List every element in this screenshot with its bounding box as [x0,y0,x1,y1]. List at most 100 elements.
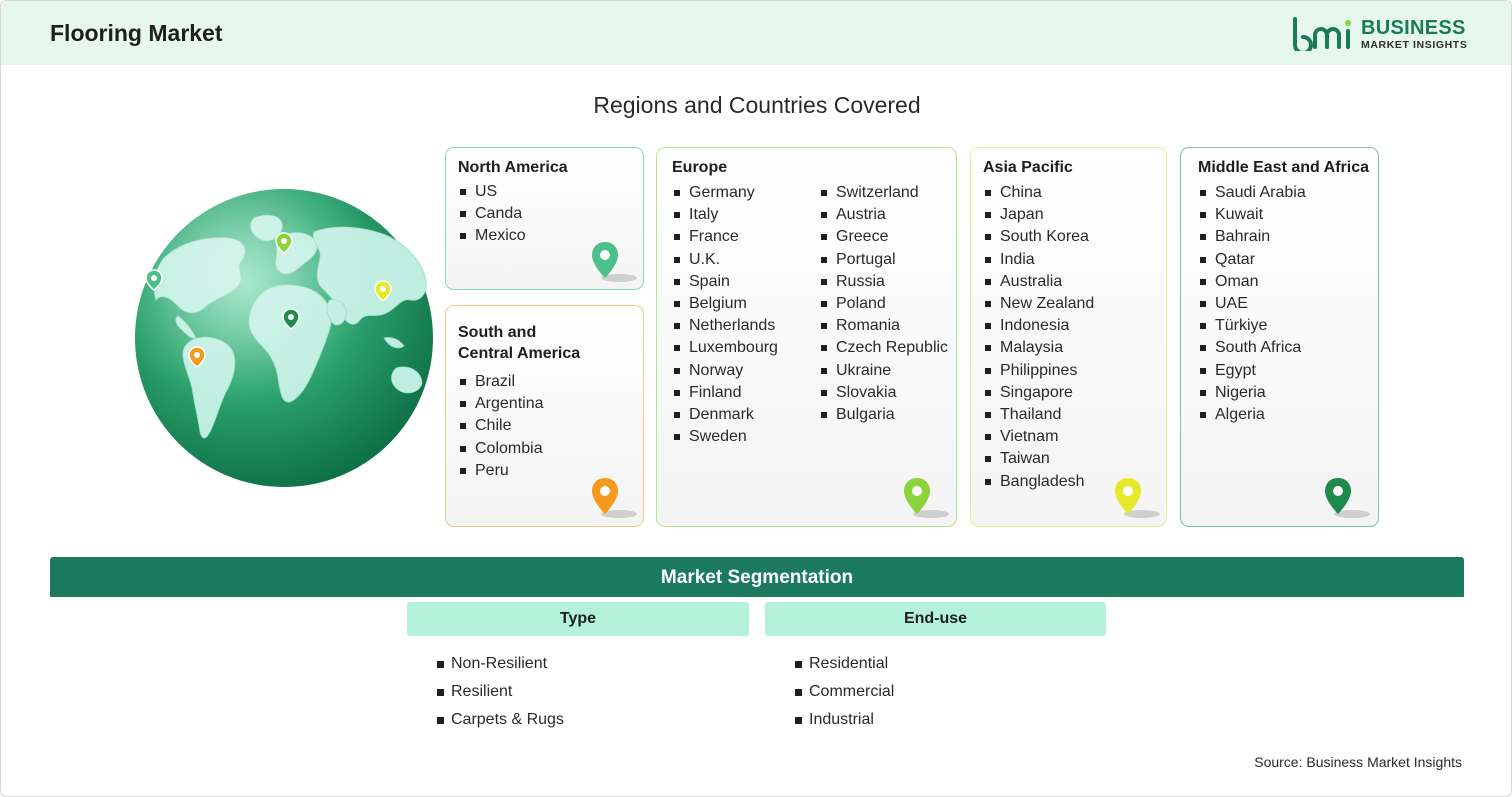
region-title-asia-pacific: Asia Pacific [983,159,1073,176]
country-item: Japan [983,204,1094,226]
segment-item: Industrial [795,706,894,734]
country-item: Colombia [458,438,544,460]
segment-list-end-use: Residential Commercial Industrial [795,650,894,734]
region-title-south-central-america: South and Central America [458,322,580,364]
country-item: Nigeria [1198,382,1306,404]
country-list-europe-col1: Germany Italy France U.K. Spain Belgium … [672,182,778,448]
country-item: Austria [819,204,948,226]
segment-item: Resilient [437,678,564,706]
country-list-north-america: US Canda Mexico [458,181,526,248]
country-item: Greece [819,226,948,248]
country-item: Chile [458,415,544,437]
header-bar: Flooring Market BUSINESS MARKET INSIGHTS [1,1,1511,65]
region-card-europe: Europe Germany Italy France U.K. Spain B… [656,147,957,527]
region-title-line: South and [458,324,537,341]
regions-title: Regions and Countries Covered [593,92,921,118]
country-item: Bangladesh [983,471,1094,493]
country-item: Algeria [1198,404,1306,426]
country-item: Netherlands [672,315,778,337]
segment-item: Non-Resilient [437,650,564,678]
segment-header-end-use: End-use [765,602,1106,636]
country-item: Poland [819,293,948,315]
country-item: Oman [1198,271,1306,293]
country-item: Brazil [458,371,544,393]
country-item: Canda [458,203,526,225]
map-pin-icon [592,242,637,282]
country-item: Denmark [672,404,778,426]
market-segmentation-banner: Market Segmentation [50,557,1464,597]
country-item: Germany [672,182,778,204]
country-item: Switzerland [819,182,948,204]
country-item: Egypt [1198,360,1306,382]
map-pin-icon [1115,478,1160,518]
country-item: Italy [672,204,778,226]
country-item: Thailand [983,404,1094,426]
country-item: South Korea [983,226,1094,248]
business-market-insights-logo: BUSINESS MARKET INSIGHTS [1291,15,1471,55]
country-item: India [983,249,1094,271]
country-item: Sweden [672,426,778,448]
country-item: Kuwait [1198,204,1306,226]
country-item: Finland [672,382,778,404]
country-item: Qatar [1198,249,1306,271]
country-item: U.K. [672,249,778,271]
country-list-middle-east-africa: Saudi Arabia Kuwait Bahrain Qatar Oman U… [1198,182,1306,426]
region-card-south-central-america: South and Central America Brazil Argenti… [445,305,644,527]
country-item: Spain [672,271,778,293]
country-item: China [983,182,1094,204]
region-card-north-america: North America US Canda Mexico [445,147,644,290]
country-list-south-central-america: Brazil Argentina Chile Colombia Peru [458,371,544,482]
country-item: Argentina [458,393,544,415]
segment-item: Commercial [795,678,894,706]
bmi-logo-icon [1293,17,1351,51]
source-note: Source: Business Market Insights [1254,754,1462,770]
region-title-line: Central America [458,345,581,362]
country-item: Malaysia [983,337,1094,359]
segment-header-type: Type [407,602,749,636]
country-item: Indonesia [983,315,1094,337]
region-card-asia-pacific: Asia Pacific China Japan South Korea Ind… [970,147,1167,527]
country-item: Slovakia [819,382,948,404]
region-title-europe: Europe [672,159,728,176]
region-title-middle-east-africa: Middle East and Africa [1198,159,1369,176]
country-item: Belgium [672,293,778,315]
country-item: Bahrain [1198,226,1306,248]
country-item: Russia [819,271,948,293]
country-item: Singapore [983,382,1094,404]
country-list-asia-pacific: China Japan South Korea India Australia … [983,182,1094,493]
region-title-north-america: North America [458,159,568,176]
country-item: UAE [1198,293,1306,315]
country-item: Saudi Arabia [1198,182,1306,204]
country-item: Luxembourg [672,337,778,359]
country-item: Romania [819,315,948,337]
country-item: Norway [672,360,778,382]
market-segmentation-title: Market Segmentation [660,567,854,588]
country-item: Vietnam [983,426,1094,448]
country-item: New Zealand [983,293,1094,315]
segment-item: Carpets & Rugs [437,706,564,734]
map-pin-icon [904,478,949,518]
country-item: Türkiye [1198,315,1306,337]
country-item: South Africa [1198,337,1306,359]
country-item: Peru [458,460,544,482]
logo-text-market-insights: MARKET INSIGHTS [1361,39,1468,51]
country-item: Bulgaria [819,404,948,426]
map-pin-icon [1325,478,1370,518]
segment-list-type: Non-Resilient Resilient Carpets & Rugs [437,650,564,734]
infographic-frame: Flooring Market BUSINESS MARKET INSIGHTS… [0,0,1512,797]
country-item: Ukraine [819,360,948,382]
country-item: Taiwan [983,448,1094,470]
page-title: Flooring Market [50,20,223,46]
country-item: Australia [983,271,1094,293]
region-card-middle-east-africa: Middle East and Africa Saudi Arabia Kuwa… [1180,147,1379,527]
country-item: Mexico [458,225,526,247]
country-item: US [458,181,526,203]
country-item: Czech Republic [819,337,948,359]
globe-illustration [135,189,433,487]
logo-text-business: BUSINESS [1361,17,1466,39]
map-pin-icon [592,478,637,518]
country-list-europe-col2: Switzerland Austria Greece Portugal Russ… [819,182,948,426]
country-item: Philippines [983,360,1094,382]
country-item: France [672,226,778,248]
country-item: Portugal [819,249,948,271]
